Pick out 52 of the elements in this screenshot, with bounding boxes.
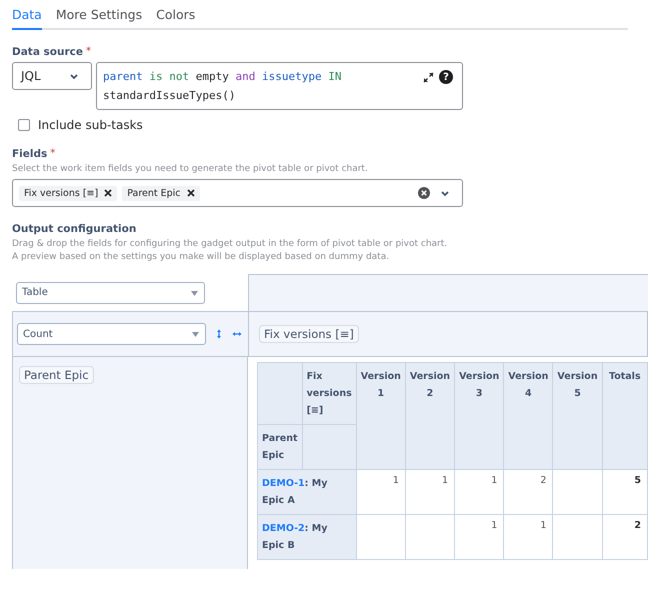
required-mark: * — [86, 46, 92, 58]
select-value: Count — [23, 328, 53, 340]
query-text: parent is not empty and issuetype IN standardIssueTypes() — [103, 69, 342, 104]
remove-icon[interactable] — [186, 189, 195, 197]
chip-label: Parent Epic — [127, 188, 181, 198]
table-cell: 1 — [454, 514, 504, 560]
help-text: Drag & drop the fields for configuring the gadget output in the form of pivot table or pivot chart. — [12, 239, 448, 249]
vertical-arrows-icon[interactable] — [216, 329, 222, 339]
tab[interactable]: Colors — [156, 7, 196, 30]
column-header: Version 1 — [356, 362, 406, 470]
field-chip[interactable]: Fix versions [≡] — [259, 325, 359, 343]
remove-icon[interactable] — [104, 189, 112, 197]
aggregate-select[interactable]: Count — [17, 323, 206, 345]
row-header: DEMO-1: My Epic A — [258, 470, 356, 514]
column-header: Totals — [602, 362, 648, 470]
select-value: Table — [22, 287, 48, 298]
table-cell: 2 — [504, 470, 553, 514]
column-header: Fix versions [≡] — [302, 362, 356, 424]
dropdown-triangle-icon[interactable] — [191, 329, 200, 339]
query-editor[interactable]: parent is not empty and issuetype IN standardIssueTypes() ? — [96, 62, 463, 110]
table-cell: 2 — [602, 514, 648, 560]
chip-label: Fix versions [≡] — [24, 188, 98, 198]
field-label: Output configuration — [12, 223, 136, 235]
select-value: JQL — [21, 69, 41, 83]
column-header: Version 2 — [405, 362, 455, 470]
field-chip[interactable]: Parent Epic — [19, 366, 94, 384]
table-cell: 1 — [405, 470, 455, 514]
table-cell: 1 — [454, 470, 504, 514]
tab[interactable]: Data — [12, 7, 42, 30]
help-icon[interactable]: ? — [439, 70, 453, 84]
tab[interactable]: More Settings — [56, 7, 142, 30]
table-cell: 5 — [602, 470, 648, 514]
source-type-select[interactable]: JQL — [12, 62, 92, 90]
row-header: DEMO-2: My Epic B — [258, 514, 356, 560]
view-type-select[interactable]: Table — [16, 282, 205, 304]
field-label: Data source — [12, 46, 84, 58]
required-mark: * — [50, 148, 56, 160]
checkbox-label: Include sub-tasks — [38, 118, 143, 132]
table-cell: 1 — [356, 470, 406, 514]
column-header: Version 5 — [552, 362, 602, 470]
help-text: A preview based on the settings you make will be displayed based on dummy data. — [12, 252, 390, 262]
checkbox[interactable] — [18, 119, 30, 131]
column-header: Version 4 — [504, 362, 553, 470]
help-text: Select the work item fields you need to generate the pivot table or pivot chart. — [12, 164, 369, 174]
horizontal-arrows-icon[interactable] — [232, 331, 242, 337]
field-label: Fields — [12, 148, 48, 160]
clear-icon[interactable] — [418, 187, 430, 199]
fields-select[interactable]: Fix versions [≡] Parent Epic — [12, 179, 463, 207]
column-header: Version 3 — [454, 362, 504, 470]
table-cell: 1 — [504, 514, 553, 560]
row-header: Parent Epic — [258, 424, 302, 470]
expand-icon[interactable] — [423, 72, 434, 82]
